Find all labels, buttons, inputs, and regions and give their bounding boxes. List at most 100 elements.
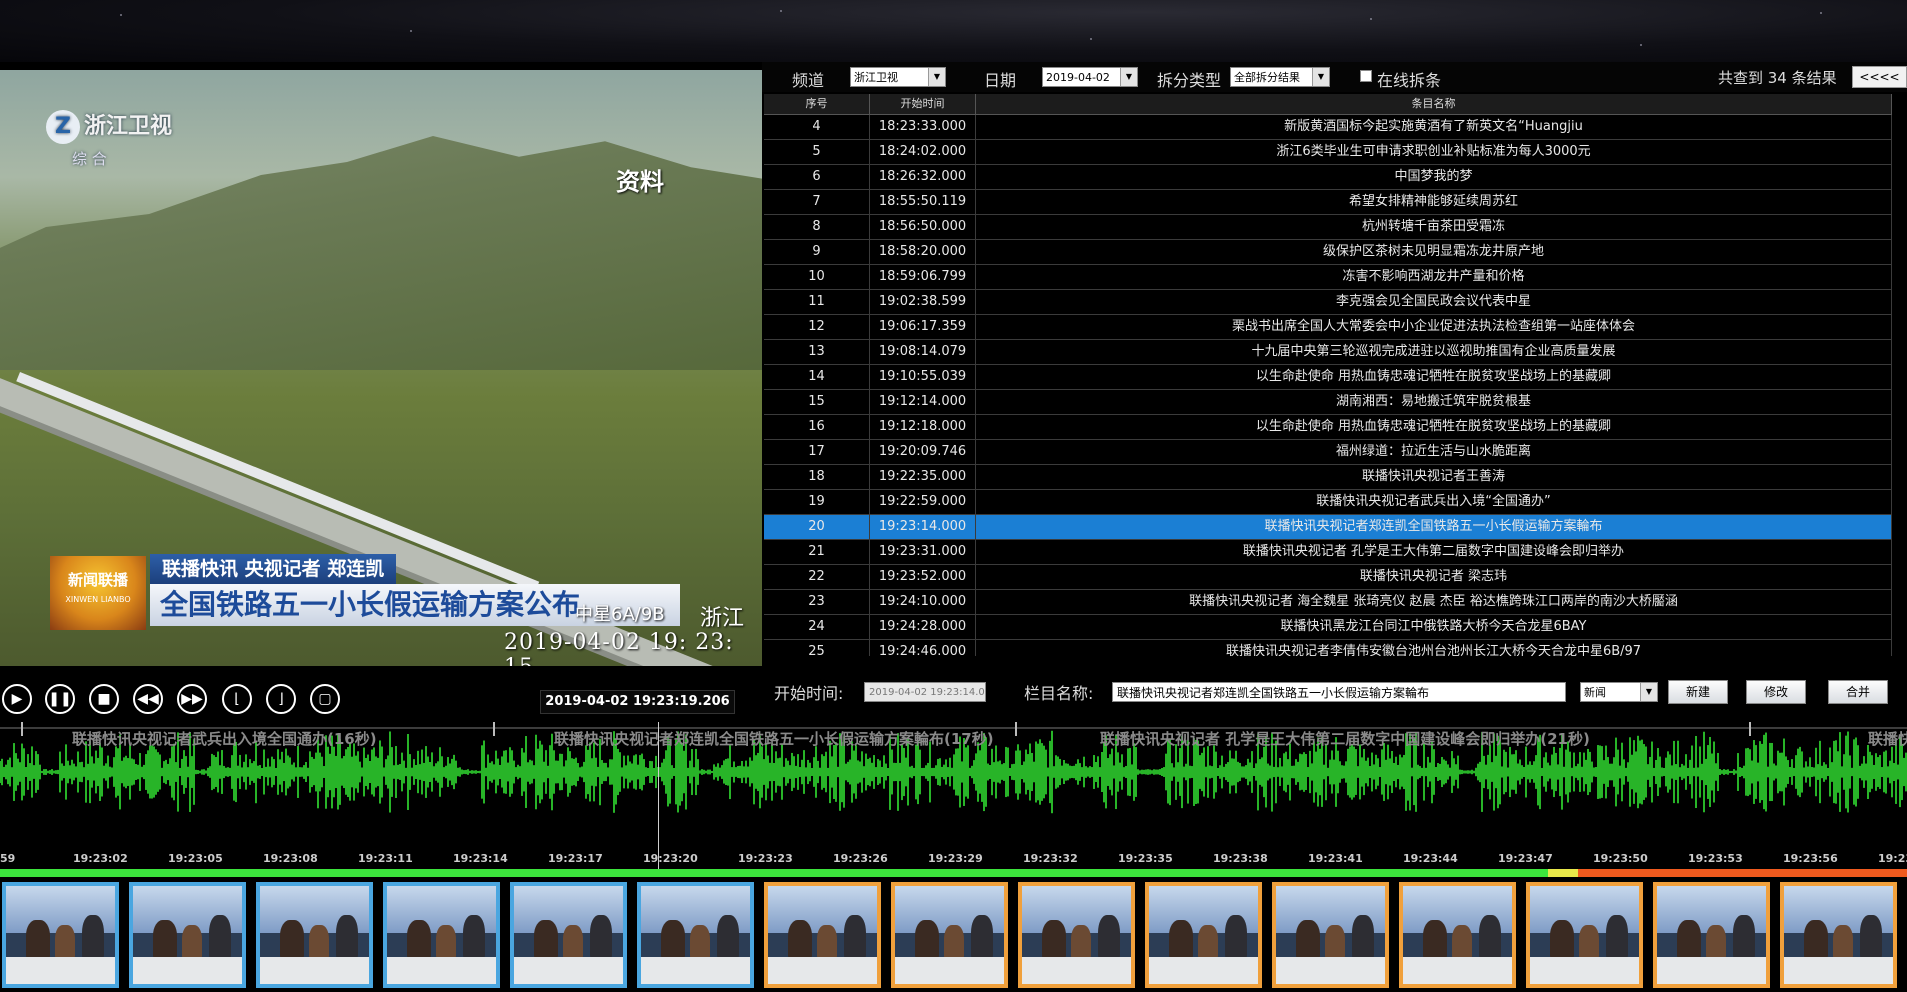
play-icon[interactable]: ▶ [2, 684, 32, 714]
table-row[interactable]: 7 18:55:50.119 希望女排精神能够延续周苏红 [764, 190, 1892, 215]
video-thumbnail[interactable] [1780, 882, 1897, 988]
start-time-label: 开始时间: [774, 684, 844, 703]
video-thumbnail[interactable] [2, 882, 119, 988]
row-number: 24 [764, 615, 870, 639]
video-thumbnail[interactable] [1145, 882, 1262, 988]
table-row[interactable]: 8 18:56:50.000 杭州转塘千亩茶田受霜冻 [764, 215, 1892, 240]
date-label: 日期 [984, 71, 1017, 90]
video-thumbnail[interactable] [764, 882, 881, 988]
table-row[interactable]: 21 19:23:31.000 联播快讯央视记者 孔学是王大伟第二届数字中国建设峰会… [764, 540, 1892, 565]
table-row[interactable]: 25 19:24:46.000 联播快讯央视记者李倩伟安徽台池州台池州长江大桥今天合… [764, 640, 1892, 656]
category-select[interactable]: 新闻 ▼ [1580, 682, 1658, 702]
archive-overlay: 资料 [616, 168, 664, 196]
start-time-field[interactable]: 2019-04-02 19:23:14.000000 [864, 682, 986, 702]
video-frame[interactable]: Z 浙江卫视 综 合 资料 新闻联播 XINWEN LIANBO 联播快讯 央视记… [0, 70, 762, 666]
segment-label[interactable]: 联播快 [1868, 728, 1907, 749]
time-tick: 19:23:05 [168, 852, 223, 865]
chevron-down-icon[interactable]: ▼ [1640, 683, 1657, 701]
stop-icon[interactable]: ■ [89, 684, 119, 714]
video-thumbnail[interactable] [129, 882, 246, 988]
row-start-time: 19:22:35.000 [870, 465, 976, 489]
table-row[interactable]: 11 19:02:38.599 李克强会见全国民政会议代表中星 [764, 290, 1892, 315]
table-row[interactable]: 9 18:58:20.000 级保护区茶树未见明显霜冻龙井原产地 [764, 240, 1892, 265]
thumbnail-scene [1403, 956, 1512, 984]
thumbnail-scene [1606, 915, 1629, 960]
time-tick: 19:23:23 [738, 852, 793, 865]
thumbnail-scene [1579, 925, 1599, 960]
table-header: 序号 开始时间 条目名称 [764, 94, 1892, 115]
collapse-button[interactable]: <<<< [1852, 66, 1907, 88]
video-thumbnail[interactable] [1399, 882, 1516, 988]
table-row[interactable]: 17 19:20:09.746 福州绿道：拉近生活与山水脆距离 [764, 440, 1892, 465]
thumbnail-scene [209, 915, 232, 960]
table-row[interactable]: 15 19:12:14.000 湖南湘西：易地搬迁筑牢脱贫根基 [764, 390, 1892, 415]
thumbnail-scene [1352, 915, 1375, 960]
chevron-down-icon[interactable]: ▼ [928, 68, 945, 86]
table-row[interactable]: 20 19:23:14.000 联播快讯央视记者郑连凯全国铁路五一小长假运输方案輪布 [764, 515, 1892, 540]
table-row[interactable]: 19 19:22:59.000 联播快讯央视记者武兵出入境“全国通办” [764, 490, 1892, 515]
table-row[interactable]: 5 18:24:02.000 浙江6类毕业生可申请求职创业补贴标准为每人3000元 [764, 140, 1892, 165]
row-start-time: 18:58:20.000 [870, 240, 976, 264]
table-row[interactable]: 18 19:22:35.000 联播快讯央视记者王善涛 [764, 465, 1892, 490]
chevron-down-icon[interactable]: ▼ [1120, 68, 1137, 86]
split-type-label: 拆分类型 [1157, 71, 1222, 90]
table-row[interactable]: 4 18:23:33.000 新版黄酒国标今起实施黄酒有了新英文名“Huangjiu [764, 115, 1892, 140]
row-title: 以生命赴使命 用热血铸忠魂记牺牲在脱贫攻坚战场上的基藏卿 [976, 365, 1892, 389]
new-button[interactable]: 新建 [1668, 680, 1728, 704]
row-number: 15 [764, 390, 870, 414]
row-start-time: 18:23:33.000 [870, 115, 976, 139]
segment-label[interactable]: 联播快讯央视记者 孔学是王大伟第二届数字中国建设峰会即归举办(21秒) [1100, 728, 1590, 749]
rewind-icon[interactable]: ◀◀ [133, 684, 163, 714]
column-header-time[interactable]: 开始时间 [870, 94, 976, 114]
segment-label[interactable]: 联播快讯央视记者郑连凯全国铁路五一小长假运输方案輪布(17秒) [554, 728, 994, 749]
star-decoration [780, 10, 782, 12]
table-row[interactable]: 12 19:06:17.359 栗战书出席全国人大常委会中小企业促进法执法检查组第一… [764, 315, 1892, 340]
split-type-select[interactable]: 全部拆分结果 ▼ [1230, 67, 1330, 87]
pause-icon[interactable]: ❚❚ [45, 684, 75, 714]
online-split-checkbox[interactable] [1360, 70, 1372, 82]
thumbnail-strip [0, 880, 1907, 992]
time-tick: 19:23:47 [1498, 852, 1553, 865]
table-row[interactable]: 23 19:24:10.000 联播快讯央视记者 海全魏星 张琦亮仪 赵晨 杰臣 裕… [764, 590, 1892, 615]
table-row[interactable]: 10 18:59:06.799 冻害不影响西湖龙井产量和价格 [764, 265, 1892, 290]
thumbnail-scene [787, 920, 812, 960]
video-thumbnail[interactable] [510, 882, 627, 988]
video-thumbnail[interactable] [891, 882, 1008, 988]
chevron-down-icon[interactable]: ▼ [1312, 68, 1329, 86]
channel-select[interactable]: 浙江卫视 ▼ [850, 67, 946, 87]
zhejiang-logo-icon: Z [46, 110, 80, 144]
merge-button[interactable]: 合并 [1828, 680, 1888, 704]
thumbnail-scene [152, 920, 177, 960]
segment-label[interactable]: 联播快讯央视记者武兵出入境全国通办(16秒) [72, 728, 377, 749]
table-row[interactable]: 14 19:10:55.039 以生命赴使命 用热血铸忠魂记牺牲在脱贫攻坚战场上的基… [764, 365, 1892, 390]
row-title: 联播快讯央视记者郑连凯全国铁路五一小长假运输方案輪布 [976, 515, 1892, 539]
fast-forward-icon[interactable]: ▶▶ [177, 684, 207, 714]
clip-icon[interactable]: ▢ [310, 684, 340, 714]
thumbnail-scene [914, 920, 939, 960]
table-row[interactable]: 13 19:08:14.079 十九届中央第三轮巡视完成进驻以巡视助推国有企业高质量… [764, 340, 1892, 365]
modify-button[interactable]: 修改 [1746, 680, 1806, 704]
video-thumbnail[interactable] [1653, 882, 1770, 988]
channel-logo: Z 浙江卫视 综 合 [46, 108, 172, 168]
date-picker[interactable]: 2019-04-02 ▼ [1042, 67, 1138, 87]
table-row[interactable]: 6 18:26:32.000 中国梦我的梦 [764, 165, 1892, 190]
video-thumbnail[interactable] [256, 882, 373, 988]
video-thumbnail[interactable] [1526, 882, 1643, 988]
row-start-time: 19:24:28.000 [870, 615, 976, 639]
video-thumbnail[interactable] [383, 882, 500, 988]
program-name-field[interactable]: 联播快讯央视记者郑连凯全国铁路五一小长假运输方案輪布 [1112, 682, 1566, 702]
video-thumbnail[interactable] [1018, 882, 1135, 988]
online-split-label: 在线拆条 [1377, 71, 1442, 90]
column-header-no[interactable]: 序号 [764, 94, 870, 114]
result-count: 共查到 34 条结果 [1718, 69, 1837, 87]
video-thumbnail[interactable] [1272, 882, 1389, 988]
table-row[interactable]: 22 19:23:52.000 联播快讯央视记者 梁志玮 [764, 565, 1892, 590]
mark-out-icon[interactable]: ⌋ [266, 684, 296, 714]
table-row[interactable]: 24 19:24:28.000 联播快讯黑龙江台同江中俄铁路大桥今天合龙星6BAY [764, 615, 1892, 640]
column-header-title[interactable]: 条目名称 [976, 94, 1892, 114]
mark-in-icon[interactable]: ⌊ [222, 684, 252, 714]
playhead[interactable] [658, 722, 659, 872]
progress-marker [1548, 869, 1578, 877]
table-row[interactable]: 16 19:12:18.000 以生命赴使命 用热血铸忠魂记牺牲在脱贫攻坚战场上的基… [764, 415, 1892, 440]
video-thumbnail[interactable] [637, 882, 754, 988]
